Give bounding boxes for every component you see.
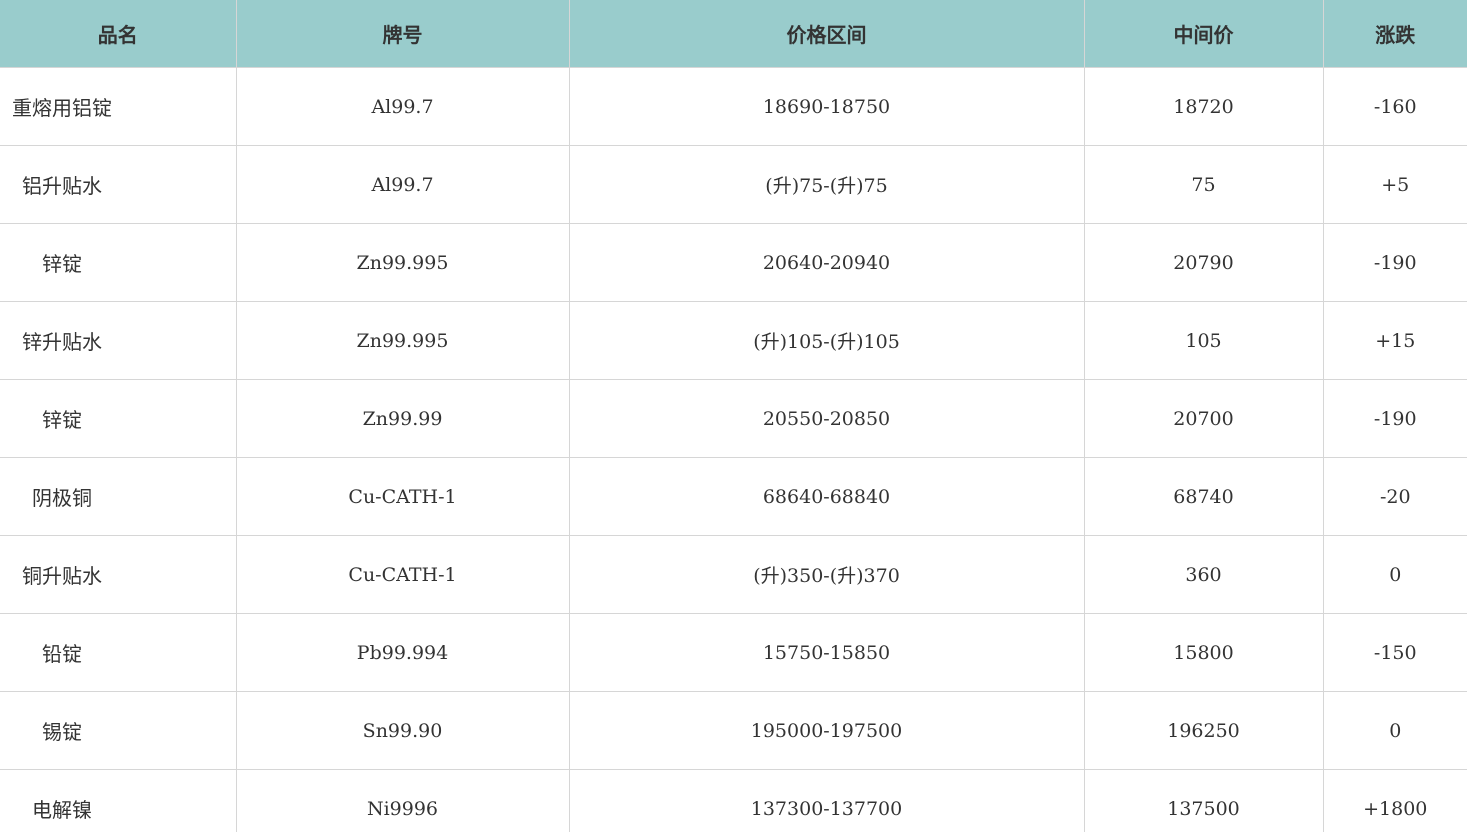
cell-change: -160 xyxy=(1323,67,1467,146)
table-row: 锌升贴水 Zn99.995 (升)105-(升)105 105 +15 xyxy=(0,301,1467,380)
cell-price-range: (升)75-(升)75 xyxy=(569,145,1085,224)
product-name-text: 铅锭 xyxy=(42,642,82,666)
table-row: 铜升贴水 Cu-CATH-1 (升)350-(升)370 360 0 xyxy=(0,535,1467,614)
table-row: 铅锭 Pb99.994 15750-15850 15800 -150 xyxy=(0,613,1467,692)
product-name-text: 锌锭 xyxy=(42,408,82,432)
header-product-name[interactable]: 品名 xyxy=(0,0,237,68)
cell-change: -190 xyxy=(1323,223,1467,302)
cell-price-range: 137300-137700 xyxy=(569,769,1085,832)
cell-product-name: 锌升贴水 xyxy=(0,301,237,380)
price-table: 品名 牌号 价格区间 中间价 涨跌 重熔用铝锭 Al99.7 18690-187… xyxy=(0,0,1467,832)
cell-price-range: 20640-20940 xyxy=(569,223,1085,302)
header-grade[interactable]: 牌号 xyxy=(236,0,570,68)
cell-product-name: 锡锭 xyxy=(0,691,237,770)
table-header: 品名 牌号 价格区间 中间价 涨跌 xyxy=(0,0,1467,68)
header-mid-price[interactable]: 中间价 xyxy=(1084,0,1324,68)
cell-mid-price: 15800 xyxy=(1084,613,1324,692)
cell-mid-price: 196250 xyxy=(1084,691,1324,770)
cell-grade: Zn99.995 xyxy=(236,301,570,380)
cell-change: +15 xyxy=(1323,301,1467,380)
product-name-text: 锡锭 xyxy=(42,720,82,744)
cell-product-name: 锌锭 xyxy=(0,379,237,458)
cell-product-name: 锌锭 xyxy=(0,223,237,302)
cell-price-range: 15750-15850 xyxy=(569,613,1085,692)
table-row: 锡锭 Sn99.90 195000-197500 196250 0 xyxy=(0,691,1467,770)
cell-grade: Al99.7 xyxy=(236,67,570,146)
cell-price-range: (升)105-(升)105 xyxy=(569,301,1085,380)
cell-mid-price: 360 xyxy=(1084,535,1324,614)
cell-price-range: 195000-197500 xyxy=(569,691,1085,770)
table-row: 铝升贴水 Al99.7 (升)75-(升)75 75 +5 xyxy=(0,145,1467,224)
cell-product-name: 电解镍 xyxy=(0,769,237,832)
cell-grade: Al99.7 xyxy=(236,145,570,224)
cell-mid-price: 68740 xyxy=(1084,457,1324,536)
cell-grade: Pb99.994 xyxy=(236,613,570,692)
header-row: 品名 牌号 价格区间 中间价 涨跌 xyxy=(0,0,1467,68)
table-row: 锌锭 Zn99.995 20640-20940 20790 -190 xyxy=(0,223,1467,302)
cell-product-name: 铝升贴水 xyxy=(0,145,237,224)
cell-grade: Sn99.90 xyxy=(236,691,570,770)
cell-grade: Cu-CATH-1 xyxy=(236,535,570,614)
cell-grade: Zn99.99 xyxy=(236,379,570,458)
cell-mid-price: 137500 xyxy=(1084,769,1324,832)
cell-mid-price: 18720 xyxy=(1084,67,1324,146)
product-name-text: 铝升贴水 xyxy=(22,174,102,198)
cell-mid-price: 20790 xyxy=(1084,223,1324,302)
header-change[interactable]: 涨跌 xyxy=(1323,0,1467,68)
table-row: 电解镍 Ni9996 137300-137700 137500 +1800 xyxy=(0,769,1467,832)
table-row: 重熔用铝锭 Al99.7 18690-18750 18720 -160 xyxy=(0,67,1467,146)
product-name-text: 铜升贴水 xyxy=(22,564,102,588)
cell-change: 0 xyxy=(1323,535,1467,614)
cell-change: 0 xyxy=(1323,691,1467,770)
product-name-text: 锌锭 xyxy=(42,252,82,276)
cell-price-range: 68640-68840 xyxy=(569,457,1085,536)
cell-mid-price: 20700 xyxy=(1084,379,1324,458)
cell-product-name: 阴极铜 xyxy=(0,457,237,536)
cell-change: -190 xyxy=(1323,379,1467,458)
product-name-text: 重熔用铝锭 xyxy=(12,96,112,120)
cell-product-name: 铅锭 xyxy=(0,613,237,692)
cell-price-range: 18690-18750 xyxy=(569,67,1085,146)
cell-grade: Zn99.995 xyxy=(236,223,570,302)
cell-change: -150 xyxy=(1323,613,1467,692)
table-body: 重熔用铝锭 Al99.7 18690-18750 18720 -160 铝升贴水… xyxy=(0,67,1467,832)
cell-product-name: 重熔用铝锭 xyxy=(0,67,237,146)
cell-change: +1800 xyxy=(1323,769,1467,832)
cell-product-name: 铜升贴水 xyxy=(0,535,237,614)
cell-mid-price: 105 xyxy=(1084,301,1324,380)
cell-grade: Ni9996 xyxy=(236,769,570,832)
cell-mid-price: 75 xyxy=(1084,145,1324,224)
cell-grade: Cu-CATH-1 xyxy=(236,457,570,536)
table-row: 锌锭 Zn99.99 20550-20850 20700 -190 xyxy=(0,379,1467,458)
cell-price-range: (升)350-(升)370 xyxy=(569,535,1085,614)
header-price-range[interactable]: 价格区间 xyxy=(569,0,1085,68)
product-name-text: 阴极铜 xyxy=(32,486,92,510)
cell-change: +5 xyxy=(1323,145,1467,224)
product-name-text: 电解镍 xyxy=(32,798,92,822)
product-name-text: 锌升贴水 xyxy=(22,330,102,354)
cell-change: -20 xyxy=(1323,457,1467,536)
table-row: 阴极铜 Cu-CATH-1 68640-68840 68740 -20 xyxy=(0,457,1467,536)
cell-price-range: 20550-20850 xyxy=(569,379,1085,458)
